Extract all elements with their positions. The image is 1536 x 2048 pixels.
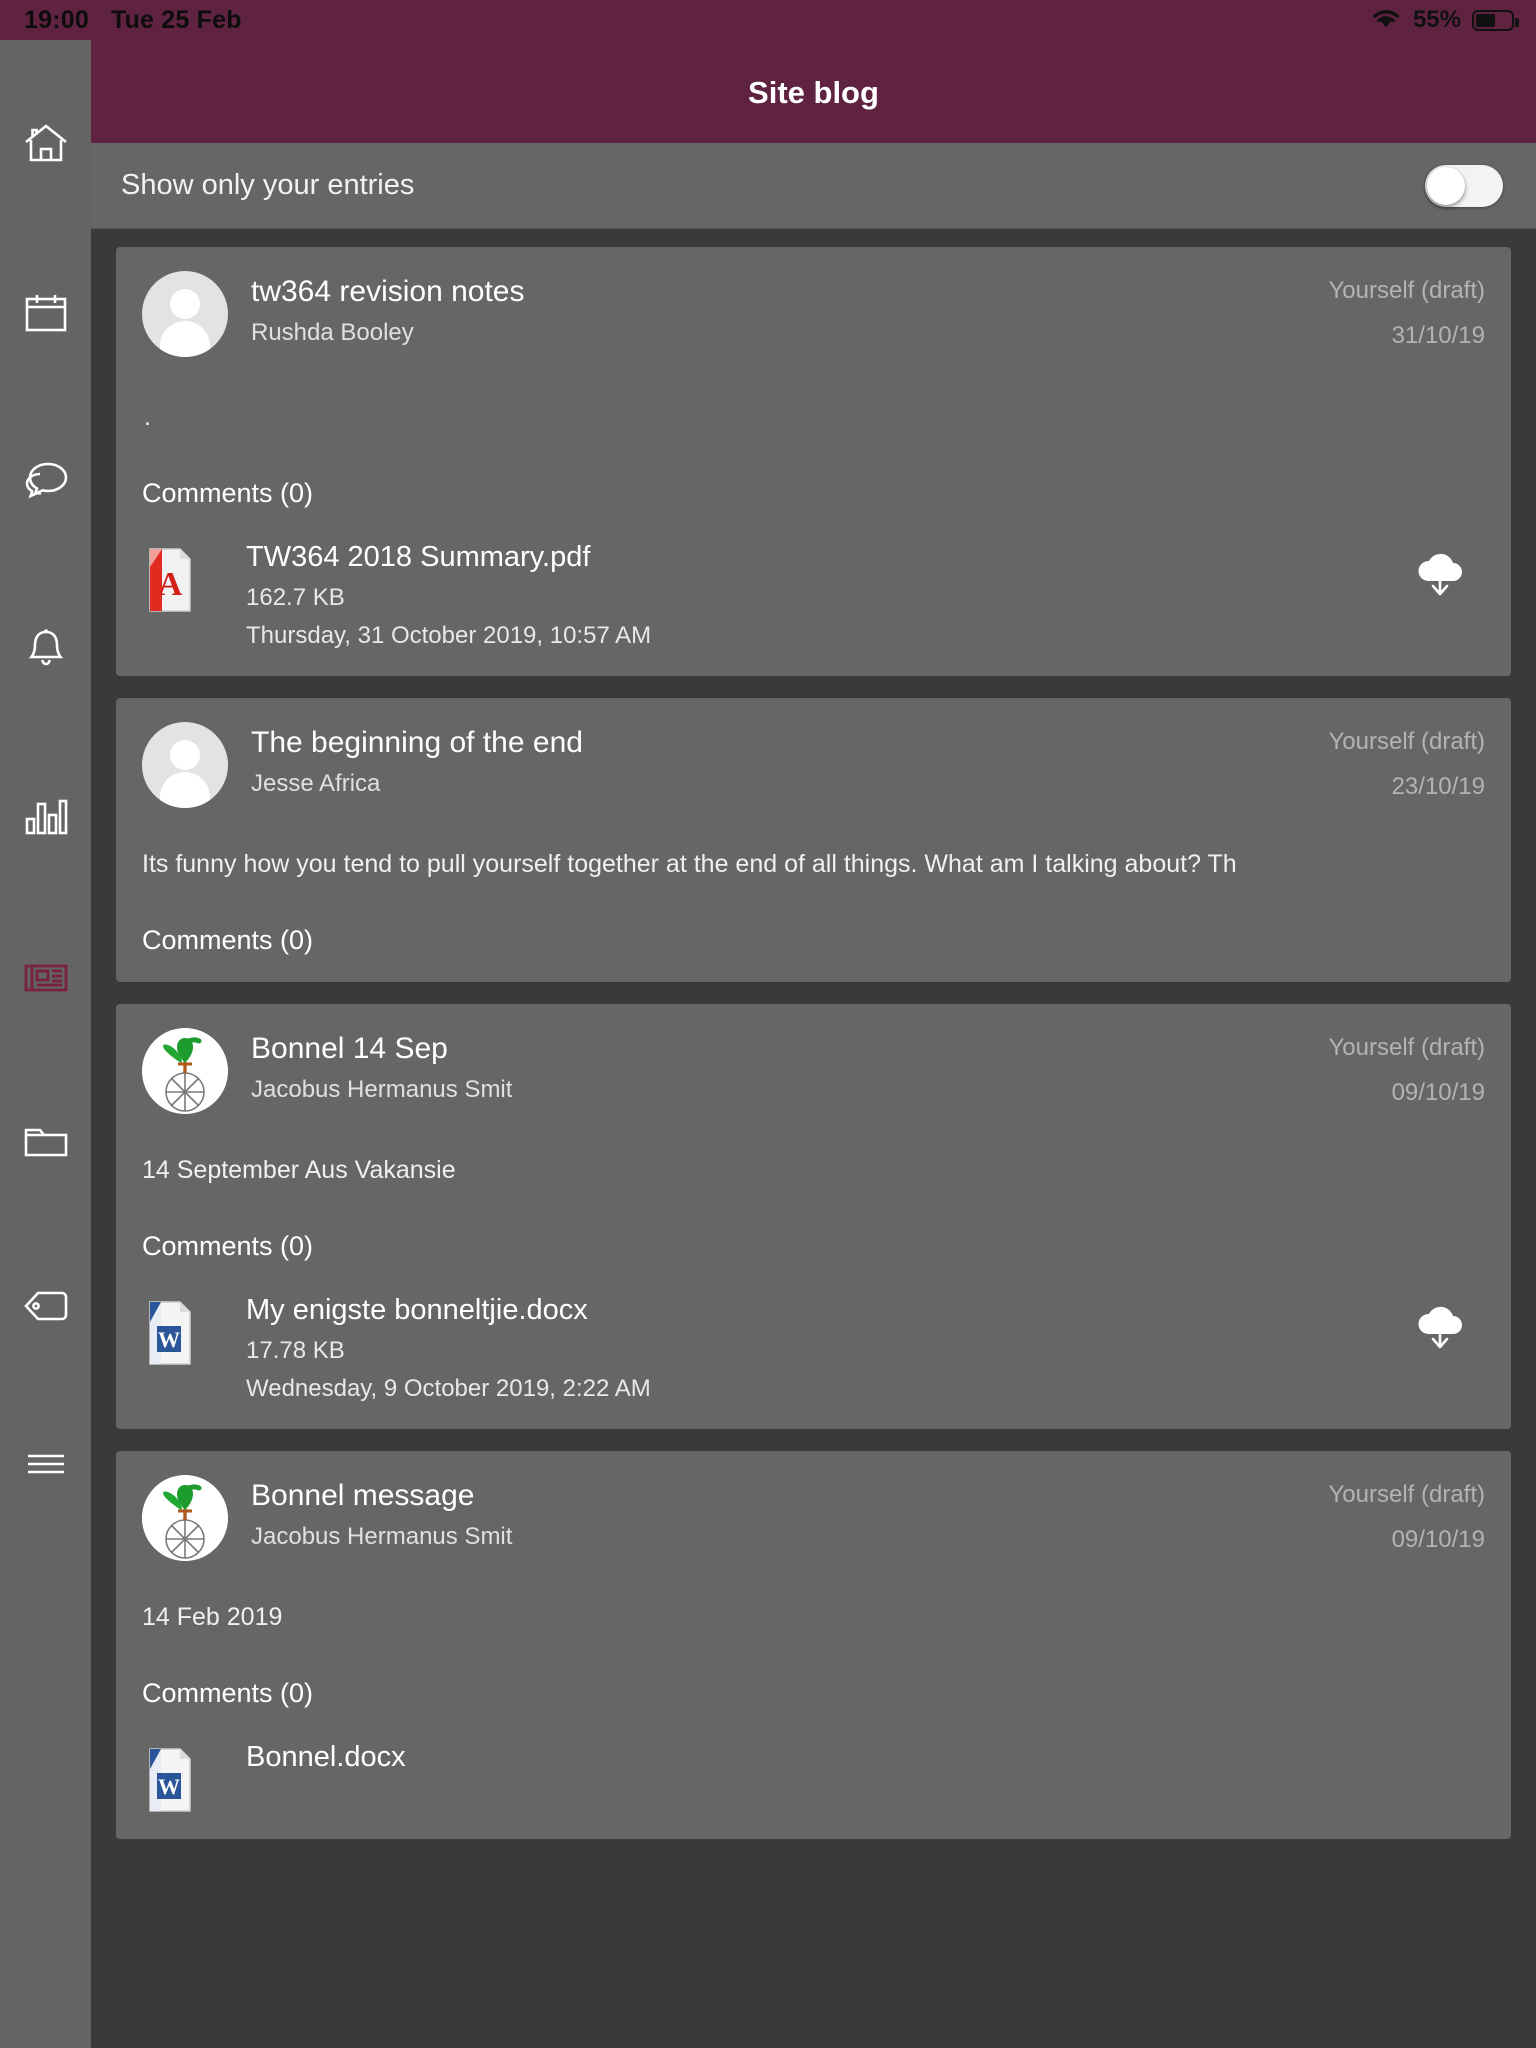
- svg-text:A: A: [158, 566, 183, 603]
- sidebar: [0, 0, 91, 2048]
- post-comments-count[interactable]: Comments (0): [142, 925, 1485, 956]
- sidebar-item-menu[interactable]: [0, 1450, 91, 1478]
- attachment-name[interactable]: Bonnel.docx: [246, 1741, 1485, 1774]
- battery-percent-label: 55%: [1412, 6, 1461, 33]
- bell-icon: [24, 626, 68, 670]
- docx-file-icon: W: [142, 1747, 196, 1813]
- status-bar-right: 55%: [1370, 0, 1519, 40]
- blog-post-card[interactable]: tw364 revision notes Rushda Booley Yours…: [116, 247, 1511, 676]
- post-date: 09/10/19: [1391, 1079, 1485, 1106]
- docx-file-icon: W: [142, 1300, 196, 1366]
- chat-icon: [22, 460, 70, 502]
- post-title[interactable]: Bonnel message: [251, 1479, 1328, 1514]
- status-bar-left: 19:00 Tue 25 Feb: [24, 6, 242, 35]
- post-visibility: Yourself (draft): [1328, 1481, 1485, 1508]
- post-body: .: [144, 403, 151, 431]
- attachment-row[interactable]: A TW364 2018 Summary.pdf 162.7 KB Thursd…: [142, 541, 1485, 650]
- blog-post-card[interactable]: Bonnel 14 Sep Jacobus Hermanus Smit Your…: [116, 1004, 1511, 1429]
- status-bar: 19:00 Tue 25 Feb 55%: [0, 0, 1536, 40]
- sidebar-item-messages[interactable]: [0, 460, 91, 502]
- filter-label: Show only your entries: [121, 169, 415, 201]
- avatar: [142, 1475, 228, 1561]
- attachment-date: Wednesday, 9 October 2019, 2:22 AM: [246, 1375, 651, 1402]
- post-body: 14 September Aus Vakansie: [142, 1156, 456, 1184]
- post-body: Its funny how you tend to pull yourself …: [142, 850, 1237, 878]
- main-content: Site blog Show only your entries tw364 r…: [91, 0, 1536, 2048]
- post-author: Rushda Booley: [251, 318, 414, 346]
- sidebar-item-grades[interactable]: [0, 796, 91, 836]
- post-date: 23/10/19: [1391, 773, 1485, 800]
- hamburger-icon: [24, 1450, 68, 1478]
- attachment-name[interactable]: TW364 2018 Summary.pdf: [246, 541, 1485, 574]
- avatar: [142, 1028, 228, 1114]
- post-comments-count[interactable]: Comments (0): [142, 478, 1485, 509]
- avatar: [142, 722, 228, 808]
- attachment-size: 162.7 KB: [246, 584, 345, 611]
- post-header: Bonnel 14 Sep Jacobus Hermanus Smit Your…: [142, 1028, 1485, 1114]
- tag-icon: [22, 1288, 70, 1324]
- battery-icon: [1472, 9, 1519, 31]
- attachment-row[interactable]: W My enigste bonneltjie.docx 17.78 KB We…: [142, 1294, 1485, 1403]
- cloud-download-icon[interactable]: [1411, 547, 1469, 604]
- home-icon: [23, 122, 69, 164]
- post-visibility: Yourself (draft): [1328, 728, 1485, 755]
- show-only-your-entries-toggle[interactable]: [1425, 164, 1503, 207]
- attachment-size: 17.78 KB: [246, 1337, 345, 1364]
- post-author: Jacobus Hermanus Smit: [251, 1075, 513, 1103]
- blog-post-card[interactable]: Bonnel message Jacobus Hermanus Smit You…: [116, 1451, 1511, 1839]
- post-body: 14 Feb 2019: [142, 1603, 283, 1631]
- post-comments-count[interactable]: Comments (0): [142, 1678, 1485, 1709]
- post-title[interactable]: Bonnel 14 Sep: [251, 1032, 1328, 1067]
- attachment-date: Thursday, 31 October 2019, 10:57 AM: [246, 622, 652, 649]
- post-title[interactable]: tw364 revision notes: [251, 275, 1328, 310]
- app-root: 19:00 Tue 25 Feb 55% Site blog Show only…: [0, 0, 1536, 2048]
- blog-list[interactable]: tw364 revision notes Rushda Booley Yours…: [91, 229, 1536, 2048]
- page-title: Site blog: [748, 75, 879, 110]
- pdf-file-icon: A: [142, 547, 196, 613]
- bar-chart-icon: [23, 796, 69, 836]
- post-header: The beginning of the end Jesse Africa Yo…: [142, 722, 1485, 808]
- avatar: [142, 271, 228, 357]
- svg-text:W: W: [158, 1774, 180, 1799]
- sidebar-item-site-blog[interactable]: [0, 960, 91, 996]
- cloud-download-icon[interactable]: [1411, 1300, 1469, 1357]
- sidebar-item-tags[interactable]: [0, 1288, 91, 1324]
- post-author: Jacobus Hermanus Smit: [251, 1522, 513, 1550]
- post-visibility: Yourself (draft): [1328, 1034, 1485, 1061]
- blog-post-card[interactable]: The beginning of the end Jesse Africa Yo…: [116, 698, 1511, 982]
- sidebar-item-home[interactable]: [0, 122, 91, 164]
- attachment-row[interactable]: W Bonnel.docx: [142, 1741, 1485, 1813]
- post-date: 09/10/19: [1391, 1526, 1485, 1553]
- attachment-name[interactable]: My enigste bonneltjie.docx: [246, 1294, 1485, 1327]
- post-comments-count[interactable]: Comments (0): [142, 1231, 1485, 1262]
- svg-text:W: W: [158, 1327, 180, 1352]
- sidebar-item-calendar[interactable]: [0, 292, 91, 334]
- status-date: Tue 25 Feb: [110, 5, 242, 34]
- post-header: tw364 revision notes Rushda Booley Yours…: [142, 271, 1485, 357]
- post-visibility: Yourself (draft): [1328, 277, 1485, 304]
- folder-icon: [22, 1122, 70, 1160]
- post-author: Jesse Africa: [251, 769, 381, 797]
- newspaper-icon: [22, 960, 70, 996]
- sidebar-item-files[interactable]: [0, 1122, 91, 1160]
- post-title[interactable]: The beginning of the end: [251, 726, 1328, 761]
- sidebar-item-notifications[interactable]: [0, 626, 91, 670]
- toggle-knob: [1427, 166, 1465, 205]
- post-date: 31/10/19: [1391, 322, 1485, 349]
- post-header: Bonnel message Jacobus Hermanus Smit You…: [142, 1475, 1485, 1561]
- status-time: 19:00: [24, 5, 89, 34]
- calendar-icon: [23, 292, 69, 334]
- filter-row[interactable]: Show only your entries: [91, 143, 1536, 229]
- wifi-icon: [1370, 6, 1402, 35]
